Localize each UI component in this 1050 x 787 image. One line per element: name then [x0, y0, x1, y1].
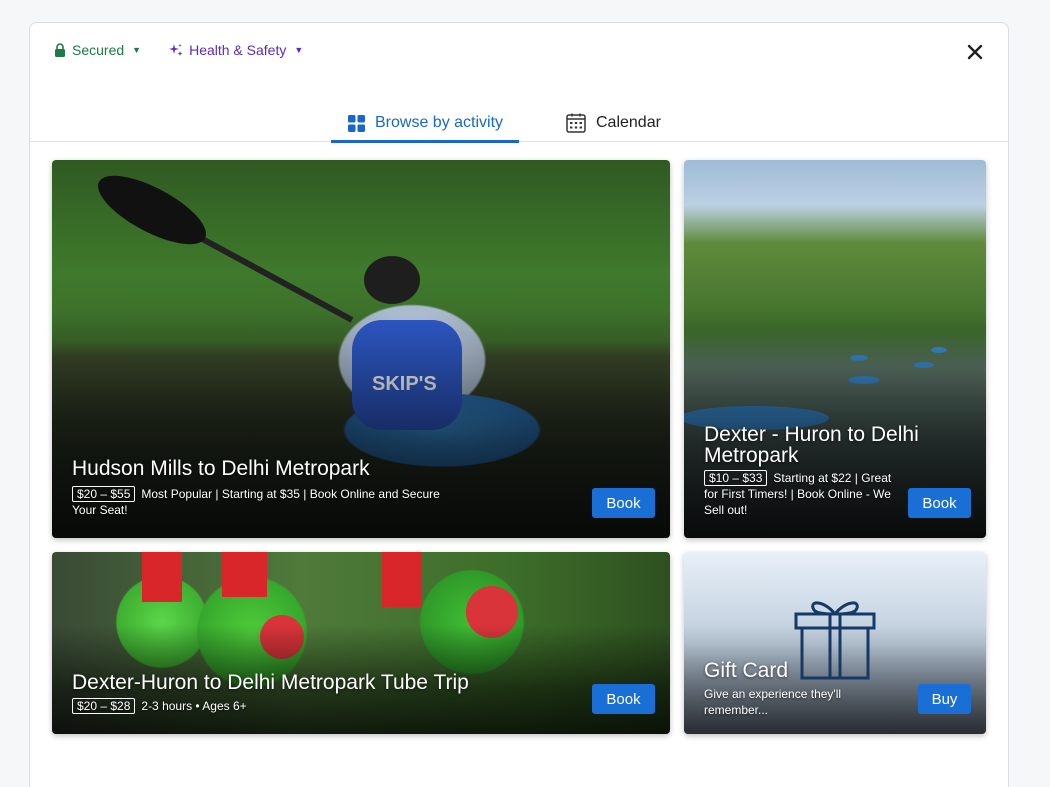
topbar: Secured ▼ Health & Safety ▼ — [54, 42, 303, 58]
card-title: Dexter - Huron to Delhi Metropark — [704, 423, 919, 467]
book-button[interactable]: Book — [592, 684, 655, 714]
sparkle-icon — [169, 43, 183, 56]
activity-card-tube-trip[interactable]: Dexter-Huron to Delhi Metropark Tube Tri… — [52, 552, 670, 734]
caret-down-icon: ▼ — [132, 45, 142, 55]
close-button[interactable] — [962, 39, 988, 65]
price-range: $10 – $33 — [704, 470, 768, 486]
secured-label: Secured — [72, 42, 125, 58]
price-range: $20 – $28 — [72, 698, 136, 714]
tab-label: Calendar — [596, 114, 661, 131]
card-description: 2-3 hours • Ages 6+ — [141, 699, 247, 713]
activity-card-dexter-huron[interactable]: Dexter - Huron to Delhi Metropark $10 – … — [684, 160, 986, 538]
card-meta: $20 – $28 2-3 hours • Ages 6+ — [72, 698, 247, 714]
activity-card-hudson-mills[interactable]: SKIP'S Hudson Mills to Delhi Metropark $… — [52, 160, 670, 538]
book-button[interactable]: Book — [592, 488, 655, 518]
buy-button[interactable]: Buy — [918, 684, 971, 714]
close-icon — [967, 44, 983, 60]
gift-icon — [794, 601, 876, 680]
tab-label: Browse by activity — [375, 114, 504, 131]
tab-calendar[interactable]: Calendar — [566, 105, 661, 141]
health-safety-dropdown[interactable]: Health & Safety ▼ — [169, 42, 303, 58]
calendar-icon — [566, 113, 586, 133]
tab-bar: Browse by activity Calendar — [30, 95, 1008, 143]
card-title: Gift Card — [704, 659, 789, 682]
caret-down-icon: ▼ — [294, 45, 304, 55]
card-meta: $10 – $33 Starting at $22 | Great for Fir… — [704, 470, 894, 518]
price-range: $20 – $55 — [72, 486, 136, 502]
card-title: Dexter-Huron to Delhi Metropark Tube Tri… — [72, 671, 469, 694]
grid-icon — [348, 114, 365, 132]
lock-icon — [55, 43, 65, 57]
book-button[interactable]: Book — [908, 488, 971, 518]
secured-dropdown[interactable]: Secured ▼ — [54, 42, 141, 58]
card-title: Hudson Mills to Delhi Metropark — [72, 457, 370, 480]
health-safety-label: Health & Safety — [189, 42, 287, 58]
card-description: Give an experience they'll remember... — [704, 687, 842, 717]
tab-browse-by-activity[interactable]: Browse by activity — [331, 105, 519, 143]
gift-card[interactable]: Gift Card Give an experience they'll rem… — [684, 552, 986, 734]
card-meta: $20 – $55 Most Popular | Starting at $35 … — [72, 486, 452, 518]
